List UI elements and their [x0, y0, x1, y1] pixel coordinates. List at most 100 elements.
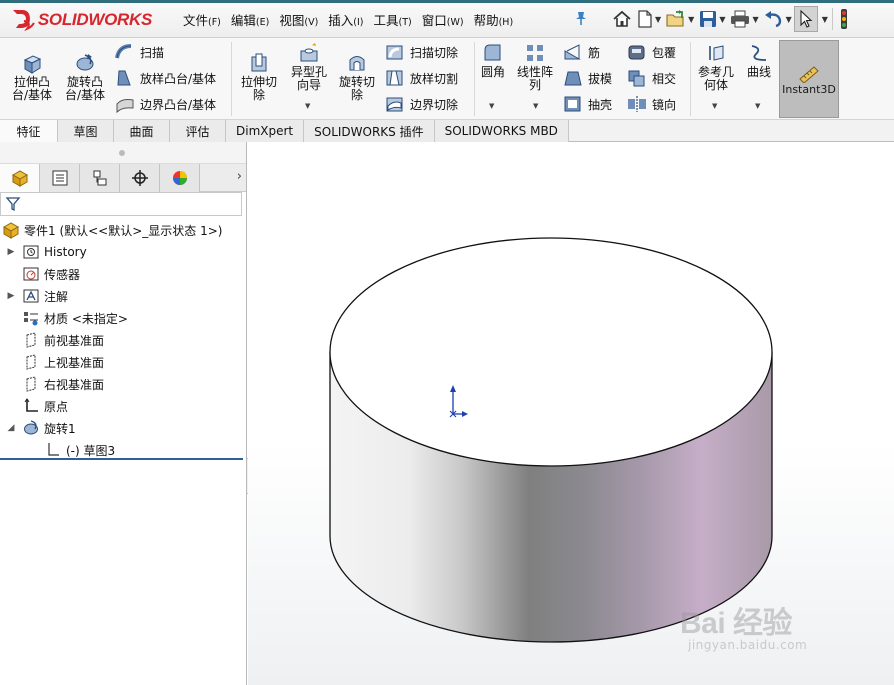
reference-geometry-button[interactable]: 参考几 何体 — [694, 42, 738, 92]
pin-icon[interactable] — [574, 10, 588, 26]
print-button[interactable]: ▼ — [727, 6, 760, 32]
tree-revolve1[interactable]: ◢ 旋转1 — [0, 417, 246, 439]
tree-top-plane-label: 上视基准面 — [44, 355, 105, 370]
tab-solidworks-addins[interactable]: SOLIDWORKS 插件 — [304, 120, 435, 142]
new-dropdown-arrow[interactable]: ▼ — [655, 15, 661, 24]
tree-sensors-label: 传感器 — [44, 267, 81, 282]
curves-dropdown-arrow[interactable]: ▼ — [755, 102, 760, 110]
menu-edit[interactable]: 编辑(E) — [226, 8, 274, 28]
extruded-boss-icon — [23, 55, 42, 74]
lofted-cut-label: 放样切割 — [410, 71, 459, 86]
expand-arrow-icon[interactable]: ▶ — [6, 291, 16, 301]
extruded-boss-button[interactable]: 拉伸凸 台/基体 — [8, 52, 56, 102]
tree-sensors[interactable]: 传感器 — [0, 263, 246, 285]
expand-arrow-icon[interactable]: ▶ — [6, 247, 16, 257]
sweep-button[interactable]: 扫描 — [114, 42, 164, 62]
tree-sketch3-label: (-) 草图3 — [66, 443, 116, 458]
fillet-icon — [484, 44, 501, 61]
menu-tools[interactable]: 工具(T) — [369, 8, 417, 28]
tab-configuration-manager[interactable] — [80, 164, 120, 192]
select-dropdown-arrow[interactable]: ▼ — [822, 15, 828, 24]
fillet-dropdown-arrow[interactable]: ▼ — [489, 102, 494, 110]
hole-wizard-label: 异型孔 向导 — [290, 65, 327, 92]
tab-dimxpert[interactable]: DimXpert — [226, 120, 305, 142]
shell-button[interactable]: 抽壳 — [562, 94, 612, 114]
undo-dropdown-arrow[interactable]: ▼ — [786, 15, 792, 24]
menu-insert[interactable]: 插入(I) — [323, 8, 368, 28]
wrap-button[interactable]: 包覆 — [626, 42, 676, 62]
loft-button[interactable]: 放样凸台/基体 — [114, 68, 216, 88]
hole-wizard-dropdown-arrow[interactable]: ▼ — [305, 102, 310, 110]
revolved-boss-label: 旋转凸 台/基体 — [64, 75, 106, 102]
revolved-cut-button[interactable]: 旋转切 除 — [334, 52, 380, 102]
hole-wizard-icon — [300, 43, 318, 62]
boundary-boss-button[interactable]: 边界凸台/基体 — [114, 94, 216, 114]
cylinder-top-face[interactable] — [329, 237, 773, 467]
extruded-cut-button[interactable]: 拉伸切 除 — [236, 52, 282, 102]
lofted-cut-button[interactable]: 放样切割 — [384, 68, 458, 88]
title-accent-line — [0, 0, 894, 3]
solidworks-logo[interactable]: SOLIDWORKS — [10, 6, 152, 34]
reference-geometry-label: 参考几 何体 — [697, 65, 734, 92]
chevron-right-icon[interactable]: › — [237, 169, 242, 184]
tab-features[interactable]: 特征 — [0, 120, 58, 142]
menu-view[interactable]: 视图(V) — [274, 8, 323, 28]
tree-part-root[interactable]: 零件1 (默认<<默认>_显示状态 1>) — [0, 219, 246, 241]
curves-button[interactable]: 曲线 — [742, 42, 776, 79]
linear-pattern-dropdown-arrow[interactable]: ▼ — [533, 102, 538, 110]
instant3d-button[interactable]: Instant3D — [779, 40, 839, 118]
reference-geometry-dropdown-arrow[interactable]: ▼ — [712, 102, 717, 110]
tree-history[interactable]: ▶ History — [0, 241, 246, 263]
open-dropdown-arrow[interactable]: ▼ — [688, 15, 694, 24]
rollback-bar[interactable] — [0, 458, 243, 460]
rib-button[interactable]: 筋 — [562, 42, 600, 62]
tab-sketch[interactable]: 草图 — [58, 120, 114, 142]
tab-property-manager[interactable] — [40, 164, 80, 192]
open-button[interactable]: ▼ — [663, 6, 696, 32]
undo-button[interactable]: ▼ — [761, 6, 794, 32]
tab-solidworks-mbd[interactable]: SOLIDWORKS MBD — [434, 120, 569, 142]
hole-wizard-button[interactable]: 异型孔 向导 — [286, 42, 332, 92]
tab-evaluate[interactable]: 评估 — [170, 120, 226, 142]
draft-button[interactable]: 拔模 — [562, 68, 612, 88]
new-document-button[interactable]: ▼ — [634, 6, 663, 32]
ribbon-separator — [231, 42, 232, 116]
tree-annotations[interactable]: ▶ 注解 — [0, 285, 246, 307]
print-icon — [731, 10, 750, 28]
boundary-cut-button[interactable]: 边界切除 — [384, 94, 458, 114]
swept-cut-button[interactable]: 扫描切除 — [384, 42, 458, 62]
save-button[interactable]: ▼ — [696, 6, 727, 32]
menu-window[interactable]: 窗口(W) — [417, 8, 469, 28]
options-button[interactable] — [837, 6, 851, 32]
select-button[interactable] — [793, 6, 818, 32]
save-dropdown-arrow[interactable]: ▼ — [719, 15, 725, 24]
lofted-cut-icon — [386, 70, 403, 86]
extruded-cut-label: 拉伸切 除 — [240, 75, 277, 102]
history-icon — [22, 243, 40, 261]
tab-display-manager[interactable] — [160, 164, 200, 192]
tree-origin[interactable]: 原点 — [0, 395, 246, 417]
tree-right-plane[interactable]: 右视基准面 — [0, 373, 246, 395]
logo-text: SOLIDWORKS — [37, 10, 152, 29]
tree-material[interactable]: 材质 <未指定> — [0, 307, 246, 329]
tab-dimxpert-manager[interactable] — [120, 164, 160, 192]
fillet-button[interactable]: 圆角 — [476, 42, 510, 79]
revolved-boss-button[interactable]: 旋转凸 台/基体 — [60, 52, 110, 102]
curves-icon — [751, 45, 767, 61]
select-cursor-icon — [800, 9, 813, 28]
menu-help[interactable]: 帮助(H) — [469, 8, 519, 28]
mirror-button[interactable]: 镜向 — [626, 94, 676, 114]
collapse-arrow-icon[interactable]: ◢ — [6, 423, 16, 433]
tree-part-label: 零件1 (默认<<默认>_显示状态 1>) — [24, 223, 223, 238]
tree-top-plane[interactable]: 上视基准面 — [0, 351, 246, 373]
menu-file[interactable]: 文件(F) — [178, 8, 226, 28]
tab-surfaces[interactable]: 曲面 — [114, 120, 170, 142]
home-button[interactable] — [610, 6, 634, 32]
print-dropdown-arrow[interactable]: ▼ — [752, 15, 758, 24]
tab-feature-manager[interactable] — [0, 164, 40, 192]
panel-grip[interactable] — [119, 150, 125, 156]
tree-filter[interactable] — [0, 192, 242, 216]
tree-front-plane[interactable]: 前视基准面 — [0, 329, 246, 351]
linear-pattern-button[interactable]: 线性阵 列 — [514, 42, 556, 92]
intersect-button[interactable]: 相交 — [626, 68, 676, 88]
